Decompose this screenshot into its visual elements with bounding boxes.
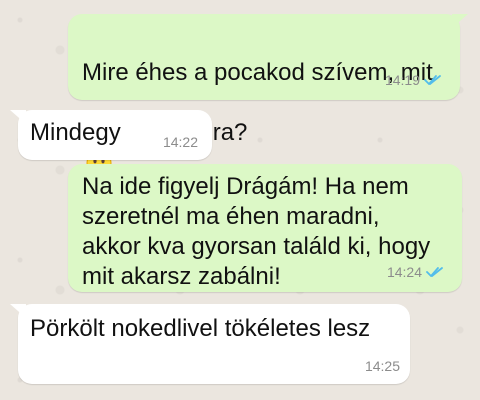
message-text-line1: Mire éhes a pocakod szívem, mit — [82, 59, 433, 86]
bubble-tail-icon — [10, 304, 26, 318]
message-text: Pörkölt nokedlivel tökéletes lesz — [30, 315, 371, 342]
double-check-read-icon — [424, 75, 441, 85]
message-text: Na ide figyelj Drágám! Ha nem szeretnél … — [82, 173, 431, 290]
message-time: 14:25 — [364, 358, 400, 374]
message-meta: 14:19 — [385, 72, 442, 88]
bubble-tail-icon — [10, 110, 26, 124]
message-meta: 14:22 — [163, 134, 198, 150]
message-text: Mindegy — [30, 119, 121, 146]
bubble-tail-icon — [452, 14, 468, 28]
message-outgoing-2[interactable]: Na ide figyelj Drágám! Ha nem szeretnél … — [68, 164, 462, 292]
message-outgoing-1[interactable]: Mire éhes a pocakod szívem, mit főzzek v… — [68, 14, 468, 176]
double-check-read-icon — [426, 267, 443, 277]
message-incoming-2[interactable]: Pörkölt nokedlivel tökéletes lesz 14:25 — [10, 304, 410, 384]
message-meta: 14:24 — [387, 264, 444, 280]
message-incoming-1[interactable]: Mindegy 14:22 — [10, 110, 212, 160]
message-time: 14:19 — [384, 72, 420, 88]
message-time: 14:22 — [162, 134, 198, 150]
message-meta: 14:25 — [365, 358, 400, 374]
message-time: 14:24 — [386, 264, 422, 280]
